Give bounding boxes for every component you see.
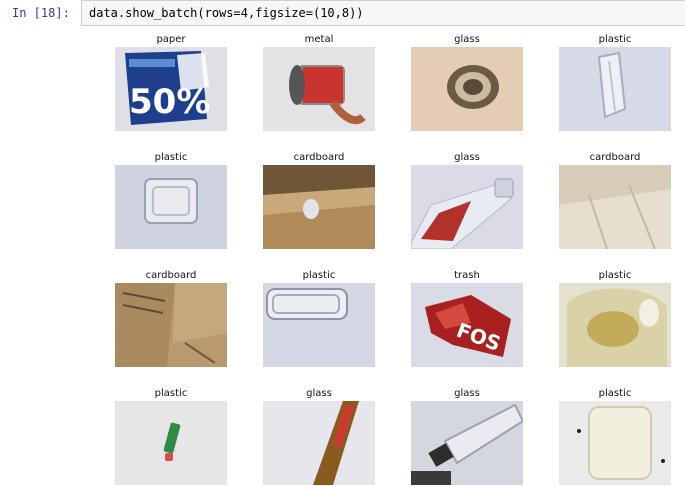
batch-item: plastic	[114, 151, 228, 249]
batch-item-image	[411, 47, 523, 131]
batch-item-image	[263, 401, 375, 485]
batch-item-image	[411, 401, 523, 485]
batch-item-label: plastic	[302, 270, 336, 281]
batch-item-label: plastic	[154, 388, 188, 399]
batch-item-image	[115, 165, 227, 249]
batch-item-label: glass	[454, 34, 480, 45]
batch-item: plastic	[262, 269, 376, 367]
batch-item-image	[263, 165, 375, 249]
batch-item-image	[559, 401, 671, 485]
code-input[interactable]: data.show_batch(rows=4,figsize=(10,8))	[81, 0, 685, 26]
batch-item-label: trash	[454, 270, 480, 281]
batch-item: plastic	[558, 269, 672, 367]
batch-item-label: paper	[156, 34, 186, 45]
batch-item: cardboard	[262, 151, 376, 249]
batch-item-image	[559, 165, 671, 249]
batch-item: glass	[410, 387, 524, 485]
batch-item-label: metal	[304, 34, 334, 45]
batch-item-label: glass	[454, 388, 480, 399]
batch-item-label: glass	[454, 152, 480, 163]
batch-item-image: 50%	[115, 47, 227, 131]
batch-item-label: plastic	[598, 388, 632, 399]
batch-item: plastic	[558, 387, 672, 485]
cell-prompt: In [18]:	[12, 6, 70, 20]
batch-item: glass	[410, 151, 524, 249]
batch-item-label: cardboard	[145, 270, 197, 281]
batch-item-image	[115, 401, 227, 485]
batch-item-image	[263, 47, 375, 131]
batch-item-label: plastic	[154, 152, 188, 163]
batch-item: paper 50%	[114, 33, 228, 131]
batch-item: glass	[410, 33, 524, 131]
batch-item: glass	[262, 387, 376, 485]
batch-item-label: plastic	[598, 34, 632, 45]
batch-item-image	[559, 283, 671, 367]
batch-item-image: FOS	[411, 283, 523, 367]
batch-item-label: cardboard	[293, 152, 345, 163]
batch-item-image	[263, 283, 375, 367]
batch-item: cardboard	[114, 269, 228, 367]
batch-item-image	[559, 47, 671, 131]
batch-item: plastic	[558, 33, 672, 131]
batch-item-label: glass	[306, 388, 332, 399]
paper-print-text: 50%	[129, 82, 210, 122]
code-text: data.show_batch(rows=4,figsize=(10,8))	[89, 6, 364, 20]
batch-item: metal	[262, 33, 376, 131]
batch-item-label: cardboard	[589, 152, 641, 163]
batch-item-image	[115, 283, 227, 367]
notebook-cell: In [18]: data.show_batch(rows=4,figsize=…	[0, 0, 685, 30]
batch-item: trash FOS	[410, 269, 524, 367]
batch-item: cardboard	[558, 151, 672, 249]
batch-item-label: plastic	[598, 270, 632, 281]
batch-item-image	[411, 165, 523, 249]
batch-item: plastic	[114, 387, 228, 485]
image-batch-grid: paper 50% metal glass plastic plastic ca…	[100, 33, 685, 486]
